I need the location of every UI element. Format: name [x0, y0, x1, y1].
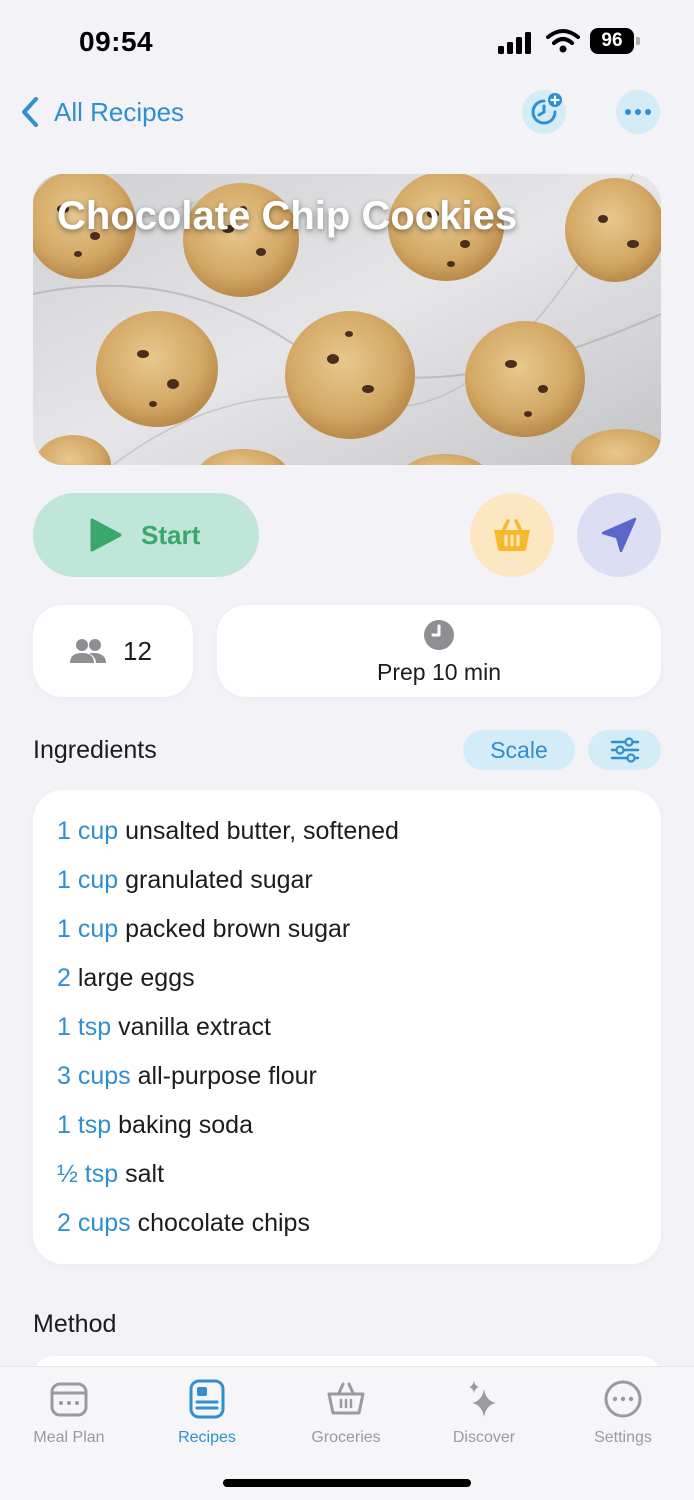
- ingredient-quantity: 2 cups: [57, 1209, 131, 1237]
- ingredient-name: salt: [125, 1160, 165, 1188]
- recipe-title: Chocolate Chip Cookies: [57, 194, 518, 238]
- signal-icon: [498, 32, 531, 54]
- ingredient-quantity: ½ tsp: [57, 1160, 119, 1188]
- ingredient-name: large eggs: [77, 964, 195, 992]
- clock-icon: [424, 620, 454, 650]
- start-button-label: Start: [141, 519, 201, 550]
- calendar-icon: [50, 1382, 88, 1417]
- status-time: 09:54: [79, 26, 154, 57]
- ingredient-quantity: 1 tsp: [57, 1013, 112, 1041]
- sliders-icon: [610, 737, 639, 763]
- ingredient-item[interactable]: 1 tsp baking soda: [57, 1108, 399, 1157]
- ingredient-item[interactable]: 2 large eggs: [57, 961, 399, 1010]
- tab-meal-plan[interactable]: Meal Plan: [4, 1379, 134, 1449]
- ingredient-quantity: 2: [57, 964, 71, 992]
- tab-recipes[interactable]: Recipes: [142, 1379, 272, 1449]
- ingredients-card: 1 cup unsalted butter, softened 1 cup gr…: [33, 790, 661, 1264]
- ingredient-name: all-purpose flour: [137, 1062, 317, 1090]
- scale-button[interactable]: Scale: [463, 730, 575, 770]
- ingredient-name: vanilla extract: [118, 1013, 272, 1041]
- ingredient-name: granulated sugar: [125, 866, 313, 894]
- basket-icon: [327, 1382, 365, 1415]
- start-cooking-button[interactable]: Start: [33, 493, 259, 577]
- battery-level: 96: [590, 28, 634, 54]
- status-bar: 09:54 96: [0, 0, 694, 80]
- basket-icon: [494, 519, 530, 551]
- chevron-left-icon: [22, 97, 38, 127]
- ingredients-heading: Ingredients: [33, 736, 157, 764]
- add-timer-button[interactable]: [522, 90, 566, 134]
- people-icon: [70, 639, 106, 663]
- servings-value: 12: [123, 635, 152, 666]
- tab-settings[interactable]: Settings: [558, 1379, 688, 1449]
- ingredient-item[interactable]: 2 cups chocolate chips: [57, 1206, 399, 1255]
- ingredients-list: 1 cup unsalted butter, softened 1 cup gr…: [57, 814, 399, 1255]
- ingredient-quantity: 1 tsp: [57, 1111, 112, 1139]
- send-icon: [601, 517, 637, 553]
- ingredient-item[interactable]: 3 cups all-purpose flour: [57, 1059, 399, 1108]
- ingredient-quantity: 1 cup: [57, 866, 119, 894]
- ingredient-item[interactable]: 1 cup granulated sugar: [57, 863, 399, 912]
- ingredient-item[interactable]: 1 cup unsalted butter, softened: [57, 814, 399, 863]
- tab-groceries[interactable]: Groceries: [281, 1379, 411, 1449]
- share-button[interactable]: [577, 493, 661, 577]
- prep-time-label: Prep 10 min: [376, 659, 501, 685]
- servings-card[interactable]: 12: [33, 605, 193, 697]
- ingredient-item[interactable]: 1 tsp vanilla extract: [57, 1010, 399, 1059]
- ingredient-item[interactable]: ½ tsp salt: [57, 1157, 399, 1206]
- ingredient-name: chocolate chips: [137, 1209, 310, 1237]
- ingredient-name: packed brown sugar: [125, 915, 351, 943]
- back-button[interactable]: All Recipes: [18, 94, 184, 130]
- adjust-button[interactable]: [588, 730, 661, 770]
- tab-label: Groceries: [311, 1429, 381, 1446]
- add-to-groceries-button[interactable]: [470, 493, 554, 577]
- ingredient-quantity: 1 cup: [57, 915, 119, 943]
- more-icon: [625, 109, 651, 115]
- ingredient-name: baking soda: [118, 1111, 253, 1139]
- ingredient-name: unsalted butter, softened: [125, 817, 399, 845]
- prep-time-card[interactable]: Prep 10 min: [217, 605, 661, 697]
- ingredient-quantity: 3 cups: [57, 1062, 131, 1090]
- tab-label: Meal Plan: [33, 1429, 105, 1446]
- tab-discover[interactable]: Discover: [419, 1379, 549, 1449]
- recipe-hero-image: Chocolate Chip Cookies: [33, 174, 661, 465]
- home-indicator: [223, 1479, 471, 1487]
- tab-label: Recipes: [178, 1429, 236, 1446]
- ingredient-quantity: 1 cup: [57, 817, 119, 845]
- tab-label: Discover: [452, 1429, 516, 1446]
- settings-icon: [604, 1380, 642, 1418]
- wifi-icon: [546, 29, 580, 53]
- back-button-label: All Recipes: [54, 96, 185, 127]
- tab-label: Settings: [594, 1429, 652, 1446]
- battery-icon: 96: [590, 28, 640, 54]
- timer-add-icon: [531, 93, 562, 125]
- more-button[interactable]: [616, 90, 660, 134]
- play-icon: [90, 518, 122, 552]
- sparkle-icon: [469, 1381, 496, 1417]
- ingredient-item[interactable]: 1 cup packed brown sugar: [57, 912, 399, 961]
- recipe-book-icon: [189, 1379, 225, 1419]
- method-heading: Method: [33, 1310, 117, 1338]
